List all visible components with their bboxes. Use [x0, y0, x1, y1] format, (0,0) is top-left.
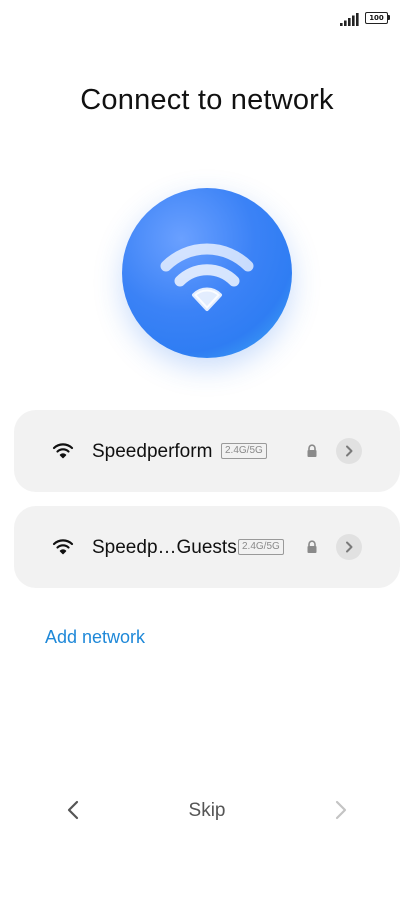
network-name: Speedperform	[92, 441, 213, 462]
wifi-icon	[160, 243, 254, 311]
network-item[interactable]: Speedp…Guests 2.4G/5G	[14, 506, 400, 588]
next-button[interactable]	[330, 796, 352, 824]
network-item[interactable]: Speedperform 2.4G/5G	[14, 410, 400, 492]
status-bar: 100	[0, 0, 414, 40]
lock-icon	[307, 444, 317, 457]
hero-wifi-illustration	[122, 188, 292, 358]
wifi-signal-icon	[52, 539, 74, 555]
network-details-button[interactable]	[336, 534, 362, 560]
band-badge: 2.4G/5G	[238, 539, 284, 555]
chevron-right-icon	[346, 445, 353, 457]
back-button[interactable]	[62, 796, 84, 824]
battery-tip	[388, 15, 390, 20]
network-name: Speedp…Guests	[92, 537, 237, 558]
battery-icon: 100	[365, 12, 390, 24]
skip-button[interactable]: Skip	[189, 800, 226, 821]
lock-icon	[307, 540, 317, 553]
battery-level: 100	[365, 12, 388, 24]
add-network-link[interactable]: Add network	[45, 627, 145, 648]
page-title: Connect to network	[80, 84, 334, 116]
signal-strength-icon	[340, 13, 359, 26]
network-details-button[interactable]	[336, 438, 362, 464]
wifi-signal-icon	[52, 443, 74, 459]
band-badge: 2.4G/5G	[221, 443, 267, 459]
chevron-right-icon	[346, 541, 353, 553]
